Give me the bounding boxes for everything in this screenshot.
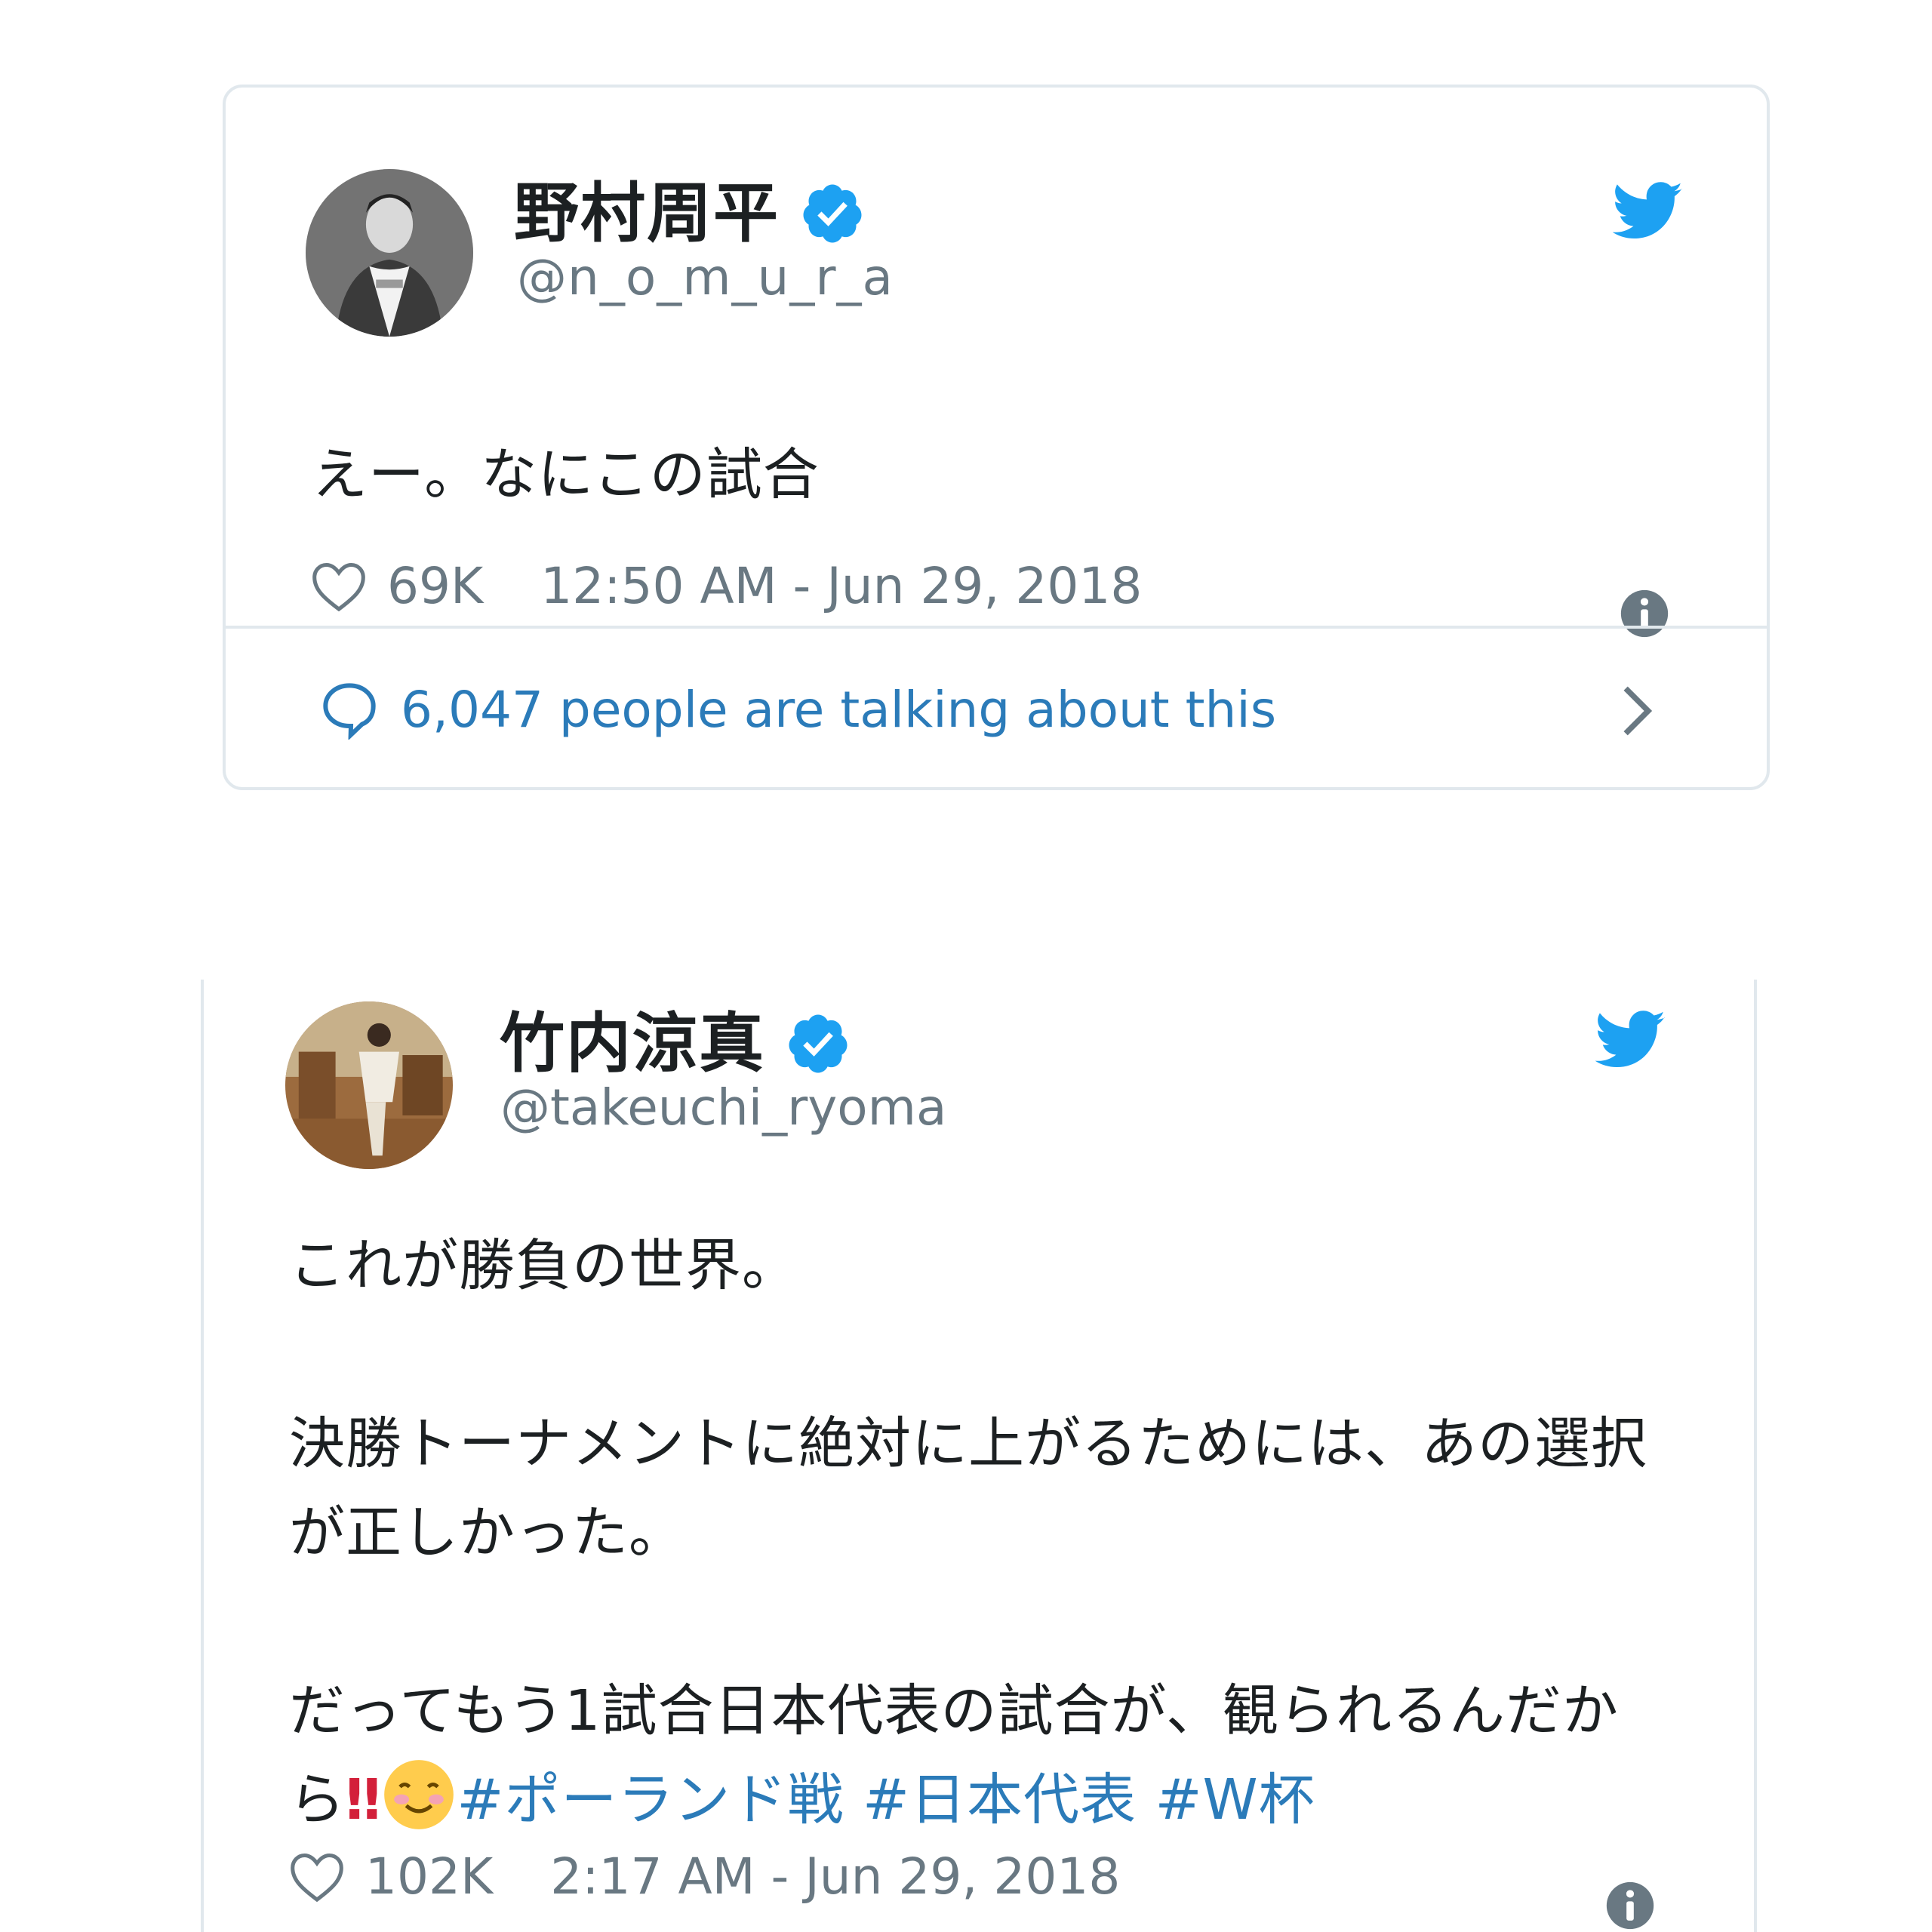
like-count: 102K	[365, 1847, 494, 1906]
speech-bubble-icon	[323, 683, 376, 740]
user-handle[interactable]: @takeuchi_ryoma	[500, 1078, 946, 1138]
tweet-paragraph-1: これが勝負の世界。	[289, 1233, 798, 1298]
hashtag-link[interactable]: #日本代表	[863, 1767, 1137, 1832]
twitter-bird-icon[interactable]	[1595, 1010, 1666, 1070]
display-name[interactable]: 野村周平	[514, 172, 780, 255]
verified-badge-icon	[803, 184, 862, 243]
info-icon[interactable]	[1619, 588, 1670, 639]
hashtag-link[interactable]: #ポーランド戦	[457, 1767, 844, 1832]
tweet-card-takeuchi[interactable]: 竹内涼真 @takeuchi_ryoma これが勝負の世界。 決勝トーナメントに…	[201, 980, 1757, 1932]
talking-about-link[interactable]: 6,047 people are talking about this	[319, 679, 1276, 740]
tweet-timestamp[interactable]: 2:17 AM - Jun 29, 2018	[550, 1847, 1120, 1906]
talking-about-text[interactable]: 6,047 people are talking about this	[401, 681, 1276, 739]
avatar[interactable]	[285, 1001, 453, 1169]
heart-icon[interactable]	[288, 1850, 346, 1903]
display-name[interactable]: 竹内涼真	[500, 1002, 765, 1085]
user-name-row: 野村周平	[514, 172, 866, 255]
like-count: 69K	[387, 557, 484, 615]
twitter-bird-icon[interactable]	[1613, 181, 1684, 242]
smiling-blush-emoji-icon	[384, 1760, 454, 1829]
tweet-meta: 102K 2:17 AM - Jun 29, 2018	[288, 1847, 1120, 1906]
tweet-card-nomura[interactable]: 野村周平 @n_o_m_u_r_a えー。なにこの試合 69K 12:50 AM…	[223, 85, 1770, 790]
tweet-meta: 69K 12:50 AM - Jun 29, 2018	[310, 557, 1142, 615]
verified-badge-icon	[789, 1014, 848, 1073]
heart-icon[interactable]	[310, 560, 368, 613]
info-icon[interactable]	[1604, 1880, 1656, 1931]
chevron-right-icon[interactable]	[1617, 682, 1657, 740]
user-handle[interactable]: @n_o_m_u_r_a	[517, 248, 894, 308]
tweet-timestamp[interactable]: 12:50 AM - Jun 29, 2018	[540, 557, 1142, 615]
divider	[226, 626, 1767, 629]
avatar[interactable]	[306, 169, 473, 337]
tweet-text: えー。なにこの試合	[312, 442, 820, 507]
user-name-row: 竹内涼真	[500, 1002, 851, 1085]
double-exclamation-emoji-icon: ‼	[346, 1767, 382, 1832]
tweet-paragraph-2: 決勝トーナメントに絶対に上がるためには、あの選択が正しかった。	[289, 1411, 1647, 1565]
tweet-text: これが勝負の世界。 決勝トーナメントに絶対に上がるためには、あの選択が正しかった…	[289, 1221, 1685, 1844]
hashtag-link[interactable]: #W杯	[1155, 1767, 1315, 1832]
